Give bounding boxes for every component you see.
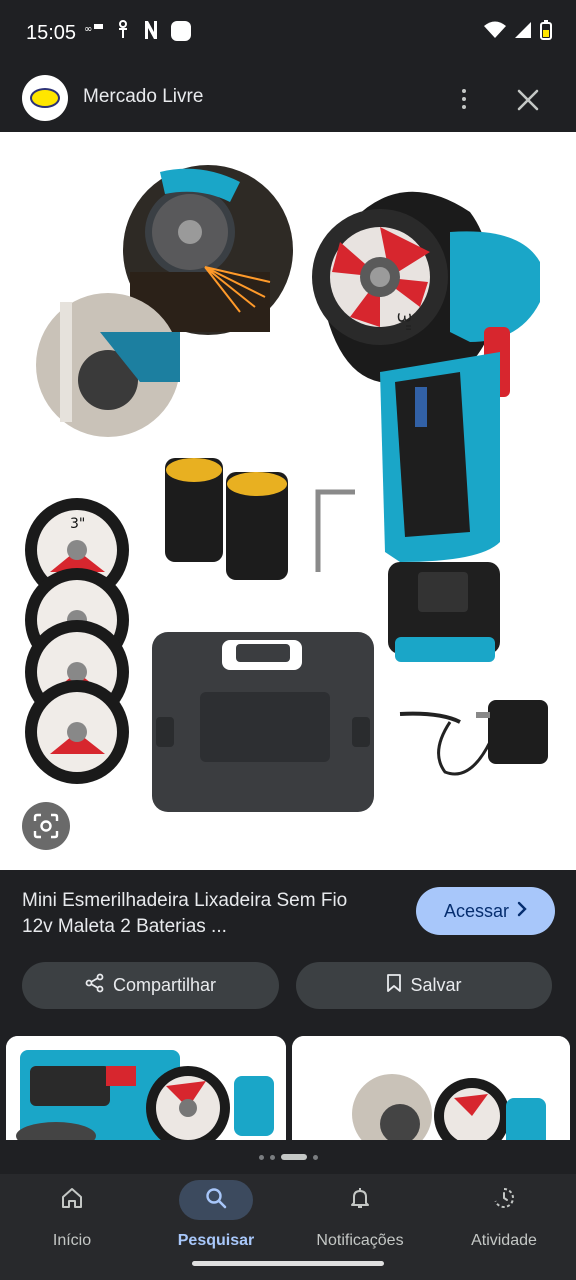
product-title[interactable]: Mini Esmerilhadeira Lixadeira Sem Fio 12… (22, 888, 402, 940)
save-label: Salvar (410, 975, 462, 995)
related-image (6, 1036, 286, 1140)
product-image[interactable]: 3" 3" (0, 132, 576, 870)
search-icon (204, 1186, 228, 1215)
bookmark-icon (386, 973, 402, 998)
pager-dot (269, 1154, 275, 1160)
google-lens-icon[interactable] (22, 802, 70, 850)
site-name[interactable]: Mercado Livre (83, 86, 203, 108)
bell-icon (348, 1186, 372, 1215)
cellular-signal-icon (514, 21, 532, 44)
product-title-line1: Mini Esmerilhadeira Lixadeira Sem Fio (22, 890, 348, 911)
pager (0, 1140, 576, 1174)
mercado-livre-logo[interactable] (22, 75, 68, 121)
nav-search-label: Pesquisar (177, 1232, 255, 1249)
thumbnail-disc-label: 3" (70, 516, 85, 532)
netflix-icon (144, 20, 158, 45)
chevron-right-icon (517, 901, 527, 922)
status-bar: 15:05 ∞ (0, 0, 576, 66)
pager-dot (258, 1154, 264, 1160)
product-photo: 3" 3" (25, 165, 548, 812)
chat-icon (170, 20, 192, 47)
access-label: Acessar (443, 900, 510, 921)
access-button[interactable]: Acessar (416, 887, 555, 935)
home-icon (60, 1186, 84, 1215)
related-result-card[interactable] (292, 1036, 570, 1140)
pager-dot (312, 1154, 318, 1160)
nav-home[interactable]: Início (0, 1174, 144, 1264)
status-time: 15:05 (26, 22, 77, 44)
app-notification-icon: ∞ (84, 20, 104, 41)
battery-icon (540, 20, 552, 45)
svg-text:∞: ∞ (84, 24, 92, 35)
share-label: Compartilhar (112, 975, 217, 995)
nav-notifications[interactable]: Notificações (288, 1174, 432, 1264)
save-button[interactable]: Salvar (296, 962, 552, 1009)
share-button[interactable]: Compartilhar (22, 962, 279, 1009)
gesture-bar[interactable] (192, 1261, 384, 1266)
related-image (292, 1036, 570, 1140)
more-vert-icon[interactable] (454, 82, 474, 116)
nav-search[interactable]: Pesquisar (144, 1174, 288, 1264)
nav-notifications-label: Notificações (316, 1232, 404, 1249)
nav-home-label: Início (52, 1232, 92, 1249)
related-result-card[interactable] (6, 1036, 286, 1140)
wifi-icon (484, 21, 506, 44)
nav-activity-label: Atividade (471, 1232, 537, 1249)
product-title-line2: 12v Maleta 2 Baterias ... (22, 916, 227, 937)
related-results (0, 1036, 576, 1140)
svg-text:3": 3" (393, 312, 414, 332)
source-header: Mercado Livre (0, 66, 576, 132)
pager-dot-active (280, 1154, 307, 1160)
accessibility-icon (116, 20, 130, 45)
share-icon (85, 973, 105, 998)
activity-icon (492, 1186, 516, 1215)
close-icon[interactable] (512, 84, 544, 116)
nav-activity[interactable]: Atividade (432, 1174, 576, 1264)
product-info: Mini Esmerilhadeira Lixadeira Sem Fio 12… (0, 870, 576, 1040)
